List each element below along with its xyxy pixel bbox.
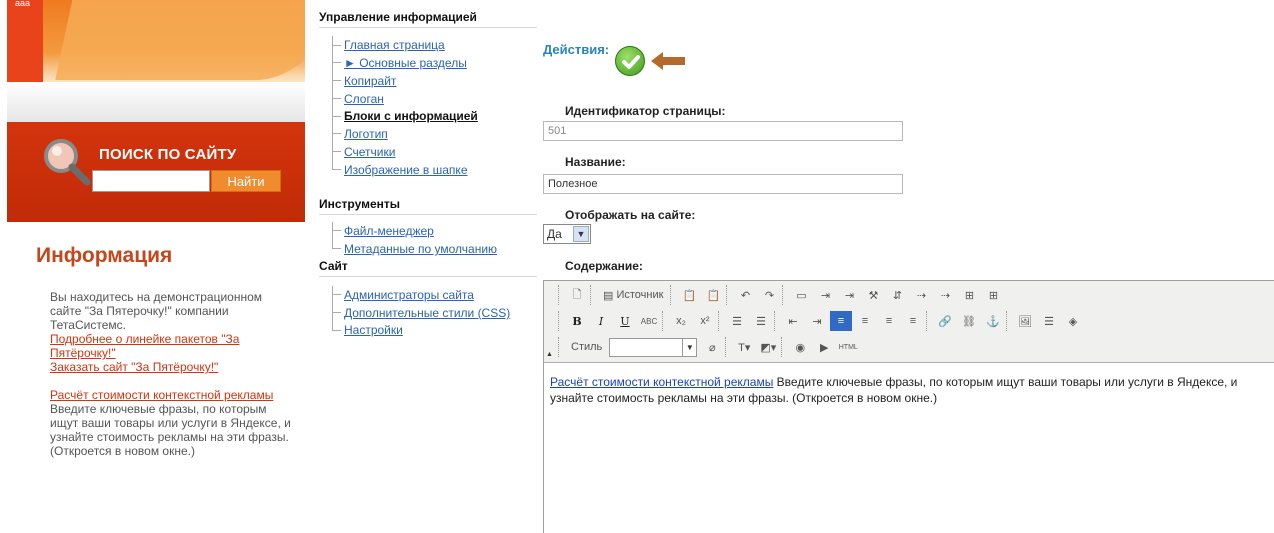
visible-label: Отображать на сайте:: [565, 208, 696, 222]
actions-label: Действия:: [543, 42, 610, 57]
merge-cells-icon[interactable]: ⊞: [958, 285, 980, 305]
nav-slogan[interactable]: Слоган: [344, 92, 384, 106]
link-icon[interactable]: 🔗: [934, 311, 956, 331]
numbered-list-icon[interactable]: ☰: [726, 311, 748, 331]
style-label: Стиль: [571, 341, 603, 353]
page-id-field: 501: [543, 121, 903, 141]
media-icon[interactable]: ◉: [789, 337, 811, 357]
bg-color-icon[interactable]: ◩▾: [757, 337, 779, 357]
delete-row-icon[interactable]: ⚒: [862, 285, 884, 305]
insert-col-icon[interactable]: ⇵: [886, 285, 908, 305]
indent-icon[interactable]: ⇥: [806, 311, 828, 331]
banner-logo: ааа: [15, 0, 31, 8]
superscript-button[interactable]: x²: [694, 311, 716, 331]
search-panel: ПОИСК ПО САЙТУ Найти: [7, 122, 305, 222]
video-icon[interactable]: ▶: [813, 337, 835, 357]
insert-row-after-icon[interactable]: ⇥: [838, 285, 860, 305]
edit-form: Действия: Идентификатор страницы: 501 На…: [543, 0, 1274, 533]
info-heading: Информация: [36, 244, 173, 267]
editor-toolbar: 🗋 ▤ Источник 📋 📋 ↶ ↷ ▭ ⇥ ⇥ ⚒ ⇵ ⇢ ⇢ ⊞ ⊞ B…: [544, 281, 1274, 363]
table-icon[interactable]: ▭: [790, 285, 812, 305]
undo-icon[interactable]: ↶: [734, 285, 756, 305]
nav-counters[interactable]: Счетчики: [344, 145, 395, 159]
horizontal-rule-icon[interactable]: ☰: [1038, 311, 1060, 331]
nav-settings[interactable]: Настройки: [344, 323, 403, 337]
nav-extra-css[interactable]: Дополнительные стили (CSS): [344, 306, 510, 320]
banner-strip: [7, 82, 305, 122]
html-snippet-icon[interactable]: HTML: [837, 337, 859, 357]
section-site: Сайт: [319, 259, 537, 277]
nav-main-sections[interactable]: ► Основные разделы: [344, 56, 467, 70]
nav-logo[interactable]: Логотип: [344, 127, 388, 141]
content-ad-link[interactable]: Расчёт стоимости контекстной рекламы: [550, 375, 773, 389]
paste-word-icon[interactable]: 📋: [702, 285, 724, 305]
source-label: Источник: [616, 289, 664, 301]
nav-home-page[interactable]: Главная страница: [344, 38, 445, 52]
section-info-management: Управление информацией: [319, 10, 537, 28]
chevron-down-icon: ▼: [682, 338, 696, 356]
info-block: Вы находитесь на демонстрационном сайте …: [50, 290, 295, 472]
style-select[interactable]: ▼: [609, 337, 698, 357]
align-left-icon[interactable]: ≡: [830, 311, 852, 331]
visible-select[interactable]: Да ▼: [543, 224, 591, 244]
editor-content[interactable]: Расчёт стоимости контекстной рекламы Вве…: [550, 374, 1260, 406]
search-button[interactable]: Найти: [211, 170, 281, 192]
name-field[interactable]: Полезное: [543, 174, 903, 194]
insert-row-before-icon[interactable]: ⇥: [814, 285, 836, 305]
chevron-down-icon: ▼: [573, 226, 589, 242]
delete-col-icon[interactable]: ⇢: [934, 285, 956, 305]
new-page-icon[interactable]: 🗋: [566, 285, 588, 305]
flash-icon[interactable]: ◈: [1062, 311, 1084, 331]
back-arrow-icon[interactable]: [651, 52, 685, 70]
nav-header-image[interactable]: Изображение в шапке: [344, 163, 468, 177]
nav-copyright[interactable]: Копирайт: [344, 74, 396, 88]
subscript-button[interactable]: x₂: [670, 311, 692, 331]
split-cells-icon[interactable]: ⊞: [982, 285, 1004, 305]
rich-text-editor: 🗋 ▤ Источник 📋 📋 ↶ ↷ ▭ ⇥ ⇥ ⚒ ⇵ ⇢ ⇢ ⊞ ⊞ B…: [543, 280, 1274, 533]
insert-col-after-icon[interactable]: ⇢: [910, 285, 932, 305]
order-site-link[interactable]: Заказать сайт "За Пятёрочку!": [50, 360, 218, 374]
ad-cost-link[interactable]: Расчёт стоимости контекстной рекламы: [50, 388, 273, 402]
page-id-label: Идентификатор страницы:: [565, 104, 726, 118]
collapse-toolbar-icon[interactable]: ▲: [546, 351, 553, 358]
nav-default-metadata[interactable]: Метаданные по умолчанию: [344, 242, 497, 256]
ad-cost-description: Введите ключевые фразы, по которым ищут …: [50, 402, 291, 458]
name-label: Название:: [565, 155, 626, 169]
paste-text-icon[interactable]: 📋: [678, 285, 700, 305]
bold-button[interactable]: B: [566, 311, 588, 331]
nav-info-blocks[interactable]: Блоки с информацией: [344, 109, 478, 123]
left-column: ааа ПОИСК ПО САЙТУ Найти Информация Вы н…: [0, 0, 306, 533]
magnifier-icon: [44, 139, 91, 186]
italic-button[interactable]: I: [590, 311, 612, 331]
align-right-icon[interactable]: ≡: [878, 311, 900, 331]
packages-link[interactable]: Подробнее о линейке пакетов "За Пятёрочк…: [50, 332, 239, 360]
redo-icon[interactable]: ↷: [758, 285, 780, 305]
info-intro: Вы находитесь на демонстрационном сайте …: [50, 290, 262, 332]
outdent-icon[interactable]: ⇤: [782, 311, 804, 331]
save-checkmark-icon[interactable]: [615, 46, 645, 76]
nav-site-admins[interactable]: Администраторы сайта: [344, 288, 474, 302]
section-tools: Инструменты: [319, 197, 537, 215]
nav-file-manager[interactable]: Файл-менеджер: [344, 224, 434, 238]
visible-select-value: Да: [547, 227, 562, 241]
bullet-list-icon[interactable]: ☰: [750, 311, 772, 331]
underline-button[interactable]: U: [614, 311, 636, 331]
content-label: Содержание:: [565, 259, 643, 273]
search-input[interactable]: [92, 170, 210, 192]
align-justify-icon[interactable]: ≡: [902, 311, 924, 331]
search-title: ПОИСК ПО САЙТУ: [99, 146, 237, 163]
text-color-icon[interactable]: T▾: [733, 337, 755, 357]
image-icon[interactable]: 🖼: [1014, 311, 1036, 331]
anchor-icon[interactable]: ⚓: [982, 311, 1004, 331]
strikethrough-button[interactable]: ABC: [638, 311, 660, 331]
align-center-icon[interactable]: ≡: [854, 311, 876, 331]
admin-nav-tree: Управление информацией Главная страница …: [319, 0, 539, 533]
source-button[interactable]: ▤ Источник: [598, 285, 668, 305]
eraser-icon[interactable]: ⌀: [701, 337, 723, 357]
unlink-icon[interactable]: ⛓: [958, 311, 980, 331]
